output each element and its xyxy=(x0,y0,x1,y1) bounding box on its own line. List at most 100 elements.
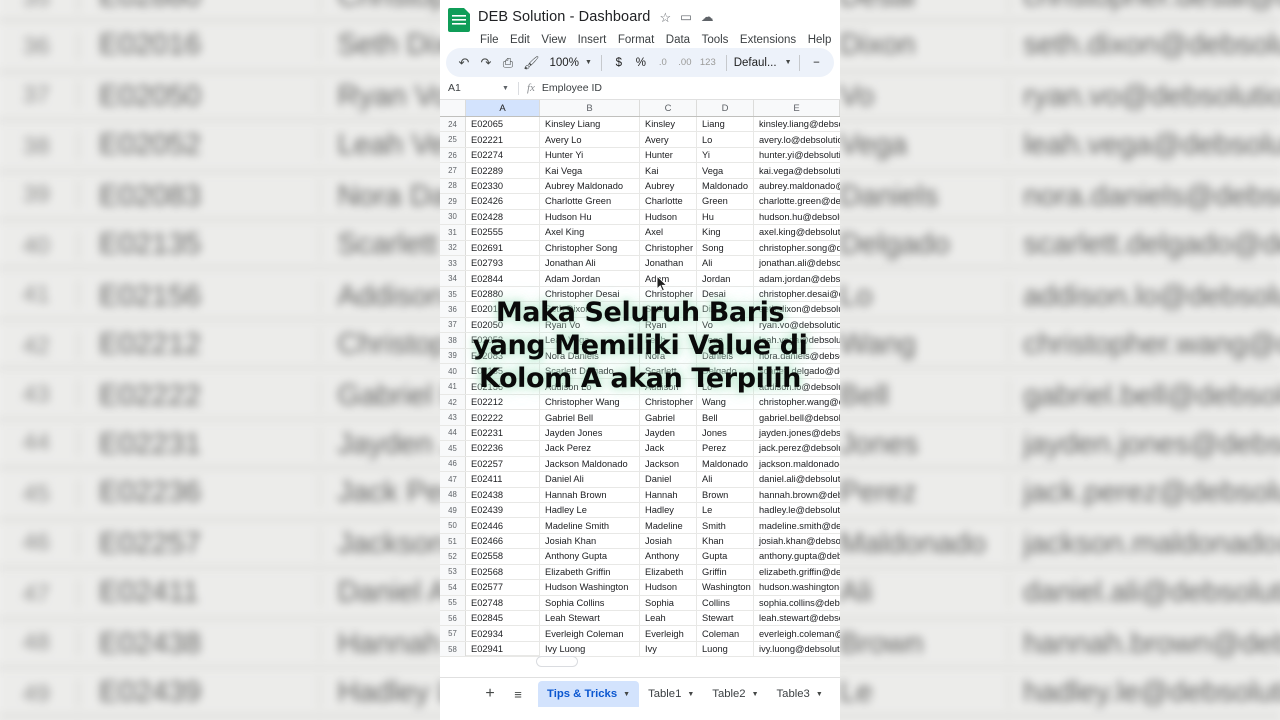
cell-column-a[interactable]: E02231 xyxy=(466,425,540,441)
cell-column-e[interactable]: gabriel.bell@debsolu xyxy=(754,410,840,424)
star-icon[interactable]: ☆ xyxy=(659,11,671,24)
column-header-c[interactable]: C xyxy=(640,100,697,116)
cell-column-a[interactable]: E02289 xyxy=(466,163,540,178)
cell-column-b[interactable]: Kinsley Liang xyxy=(540,117,640,132)
table-row[interactable]: 37 E02050 Ryan Vo Ryan Vo ryan.vo@debsolution xyxy=(440,317,840,334)
name-box[interactable]: A1 xyxy=(448,82,502,94)
row-number[interactable]: 50 xyxy=(440,518,466,533)
cell-column-e[interactable]: aubrey.maldonado@ xyxy=(754,179,840,193)
cell-column-c[interactable]: Ryan xyxy=(640,317,697,333)
decrease-decimal-button[interactable]: .0 xyxy=(653,52,673,74)
cell-column-d[interactable]: Dixon xyxy=(697,302,754,317)
cell-column-e[interactable]: addison.lo@debsolu xyxy=(754,379,840,393)
table-row[interactable]: 36 E02016 Seth Dixon Seth Dixon seth.dixon@de… xyxy=(440,302,840,318)
cell-column-d[interactable]: Khan xyxy=(697,533,754,549)
cell-column-c[interactable]: Everleigh xyxy=(640,626,697,641)
row-number[interactable]: 41 xyxy=(440,379,466,394)
cell-column-b[interactable]: Seth Dixon xyxy=(540,302,640,317)
table-row[interactable]: 33 E02793 Jonathan Ali Jonathan Ali jonathan.… xyxy=(440,255,840,272)
cell-column-b[interactable]: Christopher Desai xyxy=(540,286,640,302)
cell-column-e[interactable]: hudson.hu@debsolu xyxy=(754,210,840,224)
cell-column-d[interactable]: Vega xyxy=(697,333,754,348)
cell-column-d[interactable]: Jones xyxy=(697,425,754,441)
table-row[interactable]: 55 E02748 Sophia Collins Sophia Collins sophi… xyxy=(440,595,840,611)
cell-column-b[interactable]: Hudson Hu xyxy=(540,209,640,225)
row-number[interactable]: 55 xyxy=(440,595,466,610)
cell-column-d[interactable]: Griffin xyxy=(697,564,754,580)
menu-item-data[interactable]: Data xyxy=(666,34,690,46)
paint-format-icon[interactable]: 🖌 xyxy=(520,52,543,74)
menu-item-insert[interactable]: Insert xyxy=(578,34,607,46)
row-number[interactable]: 30 xyxy=(440,209,466,225)
move-to-folder-icon[interactable]: ▭ xyxy=(680,11,692,24)
cell-column-a[interactable]: E02748 xyxy=(466,595,540,610)
cell-column-e[interactable]: ivy.luong@debsolutic xyxy=(754,642,840,656)
cell-column-d[interactable]: Liang xyxy=(697,117,754,132)
cell-column-a[interactable]: E02568 xyxy=(466,564,540,580)
cell-column-d[interactable]: Green xyxy=(697,194,754,209)
cell-column-a[interactable]: E02221 xyxy=(466,132,540,147)
cell-column-c[interactable]: Aubrey xyxy=(640,178,697,194)
table-row[interactable]: 56 E02845 Leah Stewart Leah Stewart leah.stew… xyxy=(440,611,840,627)
table-row[interactable]: 42 E02212 Christopher Wang Christopher Wang c… xyxy=(440,394,840,411)
cell-column-a[interactable]: E02555 xyxy=(466,225,540,240)
cell-column-b[interactable]: Josiah Khan xyxy=(540,533,640,549)
row-number[interactable]: 43 xyxy=(440,410,466,425)
cell-column-d[interactable]: Collins xyxy=(697,595,754,610)
cell-column-b[interactable]: Leah Stewart xyxy=(540,611,640,626)
cell-column-a[interactable]: E02274 xyxy=(466,147,540,163)
cell-column-b[interactable]: Gabriel Bell xyxy=(540,410,640,425)
row-number[interactable]: 44 xyxy=(440,425,466,441)
cell-column-e[interactable]: christopher.desai@d xyxy=(754,287,840,301)
cell-column-d[interactable]: Stewart xyxy=(697,611,754,626)
cell-column-d[interactable]: Desai xyxy=(697,286,754,302)
cell-column-e[interactable]: hunter.yi@debsolutio xyxy=(754,148,840,162)
cell-column-e[interactable]: christopher.song@de xyxy=(754,241,840,255)
row-number[interactable]: 33 xyxy=(440,255,466,271)
cell-column-c[interactable]: Scarlett xyxy=(640,364,697,379)
cell-column-d[interactable]: Perez xyxy=(697,441,754,456)
row-number[interactable]: 36 xyxy=(440,302,466,317)
row-number[interactable]: 47 xyxy=(440,472,466,487)
table-row[interactable]: 51 E02466 Josiah Khan Josiah Khan josiah.khan… xyxy=(440,533,840,550)
row-number[interactable]: 24 xyxy=(440,117,466,132)
row-number[interactable]: 52 xyxy=(440,549,466,564)
table-row[interactable]: 28 E02330 Aubrey Maldonado Aubrey Maldonado a… xyxy=(440,178,840,195)
cell-column-c[interactable]: Josiah xyxy=(640,533,697,549)
cell-column-b[interactable]: Daniel Ali xyxy=(540,472,640,487)
cell-column-c[interactable]: Jack xyxy=(640,441,697,456)
cell-column-b[interactable]: Leah Vega xyxy=(540,333,640,348)
cell-column-a[interactable]: E02236 xyxy=(466,441,540,456)
cell-column-e[interactable]: jack.perez@debsolu xyxy=(754,441,840,455)
row-number[interactable]: 35 xyxy=(440,286,466,302)
cell-column-b[interactable]: Scarlett Delgado xyxy=(540,364,640,379)
cell-column-c[interactable]: Gabriel xyxy=(640,410,697,425)
cell-column-c[interactable]: Christopher xyxy=(640,394,697,410)
row-number[interactable]: 51 xyxy=(440,533,466,549)
cell-column-a[interactable]: E02845 xyxy=(466,611,540,626)
cell-column-d[interactable]: Daniels xyxy=(697,348,754,363)
row-number[interactable]: 57 xyxy=(440,626,466,641)
cell-column-c[interactable]: Hudson xyxy=(640,580,697,595)
cell-column-c[interactable]: Leah xyxy=(640,611,697,626)
cell-column-d[interactable]: Smith xyxy=(697,518,754,533)
cell-column-a[interactable]: E02050 xyxy=(466,317,540,333)
cell-column-e[interactable]: jonathan.ali@debsol xyxy=(754,256,840,270)
cell-column-e[interactable]: jackson.maldonado@ xyxy=(754,457,840,471)
cell-column-d[interactable]: Le xyxy=(697,502,754,518)
sheet-tab-table3[interactable]: Table3 ▼ xyxy=(768,681,832,707)
row-number[interactable]: 56 xyxy=(440,611,466,626)
row-number[interactable]: 48 xyxy=(440,487,466,502)
row-number[interactable]: 54 xyxy=(440,580,466,595)
cell-column-c[interactable]: Christopher xyxy=(640,286,697,302)
cell-column-c[interactable]: Charlotte xyxy=(640,194,697,209)
cell-column-e[interactable]: daniel.ali@debsolutic xyxy=(754,472,840,486)
table-row[interactable]: 52 E02558 Anthony Gupta Anthony Gupta anthony… xyxy=(440,549,840,565)
cell-column-a[interactable]: E02156 xyxy=(466,379,540,394)
menu-item-view[interactable]: View xyxy=(541,34,566,46)
cell-column-d[interactable]: Maldonado xyxy=(697,178,754,194)
cell-column-e[interactable]: leah.stewart@debso xyxy=(754,611,840,625)
cell-column-d[interactable]: Delgado xyxy=(697,364,754,379)
chevron-down-icon[interactable]: ▼ xyxy=(623,691,630,698)
cell-column-a[interactable]: E02934 xyxy=(466,626,540,641)
